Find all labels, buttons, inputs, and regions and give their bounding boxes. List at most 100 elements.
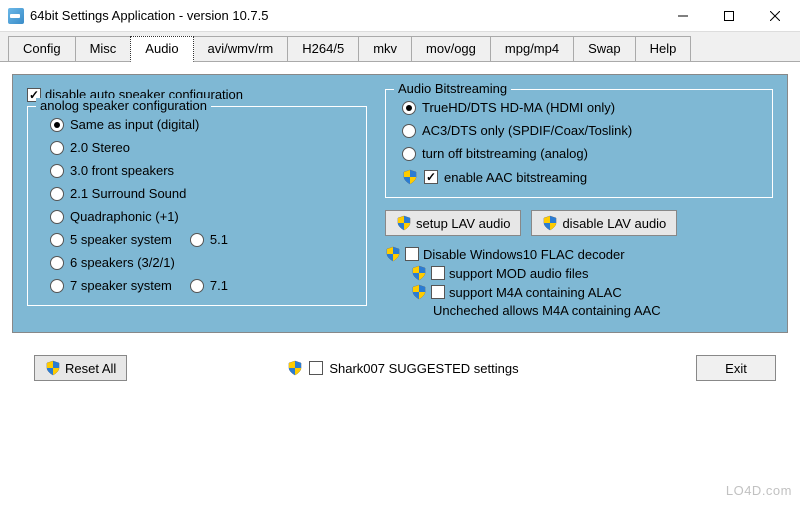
analog-extra-5[interactable]: 5.1 [190,232,228,247]
close-button[interactable] [752,1,798,31]
analog-extra-radio-7[interactable] [190,279,204,293]
tabbar: ConfigMiscAudioavi/wmv/rmH264/5mkvmov/og… [0,32,800,62]
analog-option-1[interactable]: 2.0 Stereo [36,136,358,159]
maximize-button[interactable] [706,1,752,31]
analog-label-6: 6 speakers (3/2/1) [70,255,175,270]
m4a-info: Uncheched allows M4A containing AAC [385,303,773,318]
minimize-button[interactable] [660,1,706,31]
bitstream-option-1[interactable]: AC3/DTS only (SPDIF/Coax/Toslink) [394,119,764,142]
tab-mov-ogg[interactable]: mov/ogg [411,36,491,61]
bitstream-option-0[interactable]: TrueHD/DTS HD-MA (HDMI only) [394,96,764,119]
tab-mkv[interactable]: mkv [358,36,412,61]
shield-icon [411,265,427,281]
analog-radio-4[interactable] [50,210,64,224]
extra-options: Disable Windows10 FLAC decoder support M… [385,246,773,318]
tab-help[interactable]: Help [635,36,692,61]
analog-radio-6[interactable] [50,256,64,270]
analog-radio-2[interactable] [50,164,64,178]
watermark: LO4D.com [726,483,792,498]
analog-option-2[interactable]: 3.0 front speakers [36,159,358,182]
analog-label-1: 2.0 Stereo [70,140,130,155]
analog-label-2: 3.0 front speakers [70,163,174,178]
mod-checkbox[interactable] [431,266,445,280]
disable-lav-button[interactable]: disable LAV audio [531,210,677,236]
mod-row[interactable]: support MOD audio files [385,265,773,281]
analog-radio-5[interactable] [50,233,64,247]
analog-label-3: 2.1 Surround Sound [70,186,186,201]
shield-icon [411,284,427,300]
tab-mpg-mp4[interactable]: mpg/mp4 [490,36,574,61]
tab-config[interactable]: Config [8,36,76,61]
audio-panel: disable auto speaker configuration anolo… [12,74,788,333]
tab-avi-wmv-rm[interactable]: avi/wmv/rm [193,36,289,61]
flac-row[interactable]: Disable Windows10 FLAC decoder [385,246,773,262]
reset-all-button[interactable]: Reset All [34,355,127,381]
analog-radio-7[interactable] [50,279,64,293]
analog-option-4[interactable]: Quadraphonic (+1) [36,205,358,228]
bitstream-legend: Audio Bitstreaming [394,81,511,96]
maximize-icon [724,11,734,21]
bitstream-radio-1[interactable] [402,124,416,138]
bitstream-fieldset: Audio Bitstreaming TrueHD/DTS HD-MA (HDM… [385,89,773,198]
analog-extra-label-7: 7.1 [210,278,228,293]
right-column: Audio Bitstreaming TrueHD/DTS HD-MA (HDM… [385,87,773,318]
suggested-row[interactable]: Shark007 SUGGESTED settings [287,360,518,376]
analog-option-6[interactable]: 6 speakers (3/2/1) [36,251,358,274]
mod-label: support MOD audio files [449,266,588,281]
setup-lav-label: setup LAV audio [416,216,510,231]
bitstream-label-0: TrueHD/DTS HD-MA (HDMI only) [422,100,615,115]
window-title: 64bit Settings Application - version 10.… [30,8,660,23]
shield-icon [287,360,303,376]
tab-audio[interactable]: Audio [130,36,193,62]
shield-icon [385,246,401,262]
suggested-checkbox[interactable] [309,361,323,375]
m4a-row[interactable]: support M4A containing ALAC [385,284,773,300]
bitstream-option-2[interactable]: turn off bitstreaming (analog) [394,142,764,165]
analog-extra-radio-5[interactable] [190,233,204,247]
enable-aac-label: enable AAC bitstreaming [444,170,587,185]
analog-option-5[interactable]: 5 speaker system 5.1 [36,228,358,251]
analog-radio-1[interactable] [50,141,64,155]
bitstream-radio-0[interactable] [402,101,416,115]
tab-swap[interactable]: Swap [573,36,636,61]
disable-lav-label: disable LAV audio [562,216,666,231]
analog-label-5: 5 speaker system [70,232,172,247]
tab-h264-5[interactable]: H264/5 [287,36,359,61]
footer: Reset All Shark007 SUGGESTED settings Ex… [0,345,800,391]
m4a-label: support M4A containing ALAC [449,285,622,300]
analog-radio-3[interactable] [50,187,64,201]
app-icon [8,8,24,24]
left-column: disable auto speaker configuration anolo… [27,87,367,318]
enable-aac-checkbox[interactable] [424,170,438,184]
bitstream-radio-2[interactable] [402,147,416,161]
analog-option-0[interactable]: Same as input (digital) [36,113,358,136]
analog-label-7: 7 speaker system [70,278,172,293]
analog-extra-7[interactable]: 7.1 [190,278,228,293]
m4a-checkbox[interactable] [431,285,445,299]
shield-icon [542,215,558,231]
analog-legend: anolog speaker configuration [36,98,211,113]
analog-option-3[interactable]: 2.1 Surround Sound [36,182,358,205]
shield-icon [45,360,61,376]
close-icon [770,11,780,21]
suggested-label: Shark007 SUGGESTED settings [329,361,518,376]
exit-button[interactable]: Exit [696,355,776,381]
setup-lav-button[interactable]: setup LAV audio [385,210,521,236]
window-controls [660,1,798,31]
analog-fieldset: anolog speaker configuration Same as inp… [27,106,367,306]
titlebar: 64bit Settings Application - version 10.… [0,0,800,32]
tab-misc[interactable]: Misc [75,36,132,61]
analog-radio-0[interactable] [50,118,64,132]
analog-extra-label-5: 5.1 [210,232,228,247]
flac-checkbox[interactable] [405,247,419,261]
lav-buttons: setup LAV audio disable LAV audio [385,210,773,236]
tab-content: disable auto speaker configuration anolo… [0,62,800,345]
bitstream-label-1: AC3/DTS only (SPDIF/Coax/Toslink) [422,123,632,138]
shield-icon [402,169,418,185]
reset-all-label: Reset All [65,361,116,376]
analog-option-7[interactable]: 7 speaker system 7.1 [36,274,358,297]
analog-label-4: Quadraphonic (+1) [70,209,179,224]
minimize-icon [678,11,688,21]
shield-icon [396,215,412,231]
enable-aac-row[interactable]: enable AAC bitstreaming [394,165,764,189]
